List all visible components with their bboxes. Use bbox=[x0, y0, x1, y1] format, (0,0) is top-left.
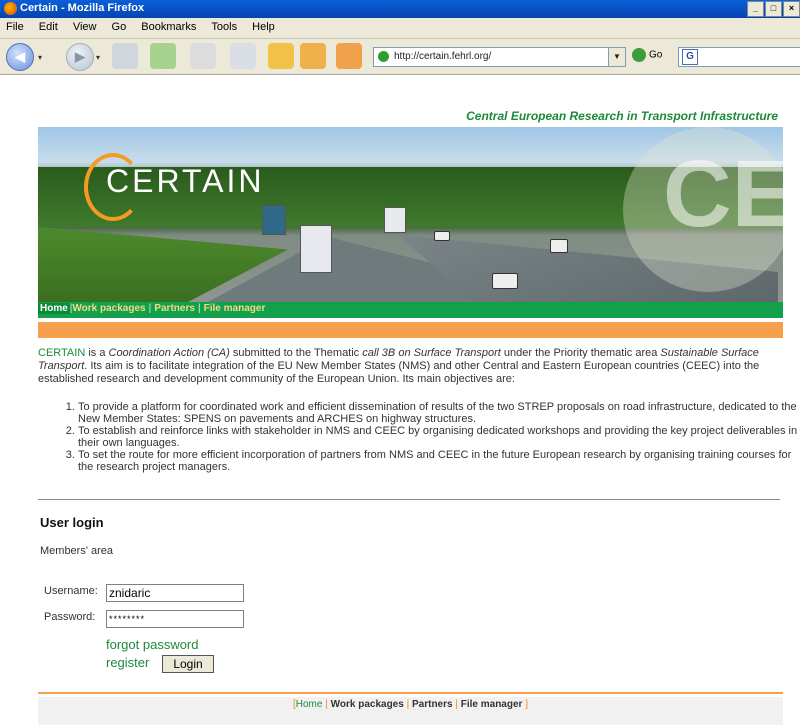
print-button[interactable] bbox=[230, 43, 256, 69]
forgot-password-link[interactable]: forgot password bbox=[106, 637, 199, 652]
intro-text: under the Priority thematic area bbox=[500, 347, 661, 359]
forward-arrow-icon: ▶ bbox=[75, 49, 85, 64]
google-search-icon: G bbox=[682, 49, 698, 65]
ce-emblem: CE bbox=[623, 127, 783, 292]
footer-partners-link[interactable]: Partners bbox=[412, 699, 453, 710]
password-field[interactable] bbox=[106, 610, 244, 628]
banner-truck bbox=[384, 207, 406, 233]
nav-home[interactable]: Home bbox=[38, 303, 70, 314]
footer-file-manager-link[interactable]: File manager bbox=[461, 699, 523, 710]
back-dropdown-icon[interactable]: ▾ bbox=[38, 53, 42, 62]
menu-view[interactable]: View bbox=[67, 18, 103, 33]
banner-truck bbox=[262, 205, 286, 235]
back-arrow-icon: ◀ bbox=[15, 49, 25, 64]
footer-navigation: [Home | Work packages | Partners | File … bbox=[38, 697, 783, 725]
window-controls: _ □ × bbox=[746, 1, 800, 17]
menu-bookmarks[interactable]: Bookmarks bbox=[135, 18, 202, 33]
username-field[interactable] bbox=[106, 584, 244, 602]
members-area-label: Members' area bbox=[40, 545, 114, 557]
intro-paragraph: CERTAIN is a Coordination Action (CA) su… bbox=[38, 347, 783, 386]
menu-help[interactable]: Help bbox=[246, 18, 281, 33]
objectives-list: To provide a platform for coordinated wo… bbox=[60, 401, 798, 473]
nav-separator: | bbox=[197, 303, 201, 314]
banner-truck bbox=[300, 225, 332, 273]
footer-home-link[interactable]: Home bbox=[296, 699, 323, 710]
footer-divider bbox=[38, 692, 783, 694]
banner-car bbox=[492, 273, 518, 289]
ce-letters: CE bbox=[663, 141, 783, 247]
forward-button[interactable]: ▶ bbox=[66, 43, 94, 71]
refresh-icon[interactable] bbox=[150, 43, 176, 69]
navigation-toolbar: ◀ ▾ ▶ ▾ http://certain.fehrl.org/ ▼ Go G bbox=[0, 39, 800, 75]
menu-file[interactable]: File bbox=[0, 18, 30, 33]
banner-car bbox=[550, 239, 568, 253]
menu-edit[interactable]: Edit bbox=[33, 18, 64, 33]
intro-text: . Its aim is to facilitate integration o… bbox=[38, 360, 760, 385]
site-favicon-icon bbox=[378, 51, 389, 62]
register-link[interactable]: register bbox=[106, 655, 149, 670]
nav-file-manager[interactable]: File manager bbox=[204, 303, 266, 314]
objective-item: To provide a platform for coordinated wo… bbox=[78, 401, 798, 425]
address-dropdown-icon[interactable]: ▼ bbox=[608, 47, 626, 67]
footer-separator: | bbox=[455, 699, 458, 710]
objective-item: To establish and reinforce links with st… bbox=[78, 425, 798, 449]
password-label: Password: bbox=[44, 611, 96, 623]
login-title: User login bbox=[40, 515, 104, 530]
top-navigation: Home |Work packages | Partners | File man… bbox=[38, 302, 783, 318]
username-label: Username: bbox=[44, 585, 98, 597]
back-button[interactable]: ◀ bbox=[6, 43, 34, 71]
nav-work-packages[interactable]: Work packages bbox=[72, 303, 145, 314]
menu-bar: File Edit View Go Bookmarks Tools Help bbox=[0, 18, 800, 39]
site-tagline: Central European Research in Transport I… bbox=[466, 109, 778, 123]
reload-button[interactable] bbox=[112, 43, 138, 69]
go-icon bbox=[632, 48, 646, 62]
download-button[interactable] bbox=[268, 43, 294, 69]
window-titlebar[interactable]: Certain - Mozilla Firefox _ □ × bbox=[0, 0, 800, 18]
banner-car bbox=[434, 231, 450, 241]
footer-separator: | bbox=[325, 699, 328, 710]
footer-separator: | bbox=[406, 699, 410, 710]
search-box[interactable]: G bbox=[678, 47, 800, 67]
intro-acronym: CERTAIN bbox=[38, 347, 86, 359]
address-bar[interactable]: http://certain.fehrl.org/ bbox=[373, 47, 609, 67]
menu-tools[interactable]: Tools bbox=[205, 18, 243, 33]
firefox-icon bbox=[4, 2, 17, 15]
intro-text: submitted to the Thematic bbox=[229, 347, 363, 359]
go-button[interactable]: Go bbox=[632, 48, 662, 62]
maximize-icon[interactable]: □ bbox=[765, 1, 782, 17]
nav-partners[interactable]: Partners bbox=[154, 303, 195, 314]
intro-text: is a bbox=[85, 347, 109, 359]
page-content: Central European Research in Transport I… bbox=[0, 75, 800, 725]
orange-divider bbox=[38, 322, 783, 338]
intro-ca: Coordination Action (CA) bbox=[108, 347, 230, 359]
intro-call: call 3B on Surface Transport bbox=[362, 347, 501, 359]
login-button[interactable]: Login bbox=[162, 655, 214, 673]
address-url: http://certain.fehrl.org/ bbox=[394, 51, 492, 62]
window-title: Certain - Mozilla Firefox bbox=[20, 2, 145, 14]
home-button[interactable] bbox=[336, 43, 362, 69]
minimize-icon[interactable]: _ bbox=[747, 1, 764, 17]
forward-dropdown-icon[interactable]: ▾ bbox=[96, 53, 100, 62]
go-label: Go bbox=[649, 49, 663, 61]
objective-item: To set the route for more efficient inco… bbox=[78, 449, 798, 473]
bookmark-button[interactable] bbox=[300, 43, 326, 69]
stop-button[interactable] bbox=[190, 43, 216, 69]
menu-go[interactable]: Go bbox=[106, 18, 133, 33]
footer-bracket: ] bbox=[525, 699, 528, 710]
close-icon[interactable]: × bbox=[783, 1, 800, 17]
header-banner: CERTAIN CE bbox=[38, 127, 783, 302]
section-divider bbox=[38, 499, 780, 500]
nav-separator: | bbox=[148, 303, 152, 314]
footer-work-packages-link[interactable]: Work packages bbox=[331, 699, 404, 710]
logo-text: CERTAIN bbox=[106, 163, 265, 199]
